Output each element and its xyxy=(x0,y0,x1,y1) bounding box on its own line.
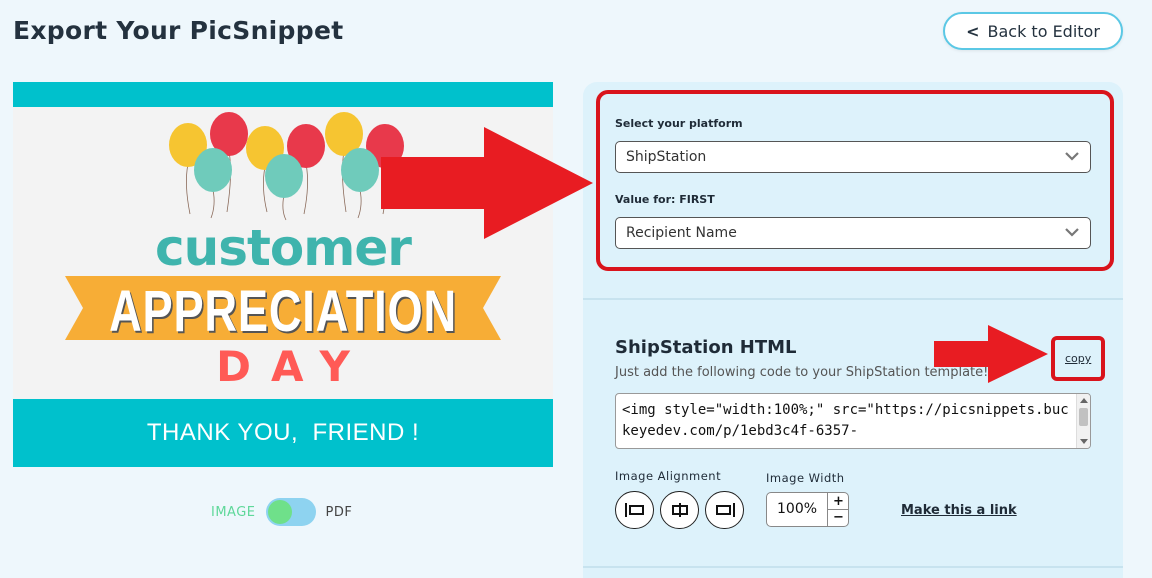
make-link-button[interactable]: Make this a link xyxy=(901,503,1017,518)
page-title: Export Your PicSnippet xyxy=(13,16,344,45)
width-decrease-button[interactable]: − xyxy=(828,509,849,525)
html-code-textarea[interactable]: <img style="width:100%;" src="https://pi… xyxy=(615,393,1091,449)
panel-divider xyxy=(583,566,1123,568)
scroll-thumb[interactable] xyxy=(1079,408,1088,426)
preview-day-text: DAY xyxy=(216,342,370,391)
align-center-icon xyxy=(671,503,688,517)
preview-appreciation-text: APPRECIATION xyxy=(109,279,457,344)
width-increase-button[interactable]: + xyxy=(828,493,849,509)
back-to-editor-button[interactable]: < Back to Editor xyxy=(943,12,1123,50)
copy-highlight-annotation xyxy=(1051,336,1105,381)
width-stepper-buttons: + − xyxy=(827,493,849,526)
align-right-button[interactable] xyxy=(705,491,744,529)
code-scrollbar[interactable] xyxy=(1076,394,1090,448)
align-left-button[interactable] xyxy=(615,491,654,529)
format-toggle: IMAGE PDF xyxy=(211,498,352,526)
chevron-left-icon: < xyxy=(966,21,980,41)
annotation-arrow-icon xyxy=(381,127,593,239)
highlight-box-annotation xyxy=(596,90,1114,271)
scroll-up-icon[interactable] xyxy=(1080,398,1088,403)
image-width-label: Image Width xyxy=(766,471,845,485)
back-to-editor-label: Back to Editor xyxy=(987,21,1100,41)
toggle-label-image[interactable]: IMAGE xyxy=(211,505,256,520)
panel-divider xyxy=(583,298,1123,300)
image-width-value[interactable]: 100% xyxy=(777,501,817,517)
align-right-icon xyxy=(715,503,735,517)
annotation-arrow-icon xyxy=(934,325,1048,383)
html-section-description: Just add the following code to your Ship… xyxy=(615,365,989,380)
preview-bottom-band: THANK YOU, FRIEND ! xyxy=(13,399,553,467)
preview-footer-text: THANK YOU, FRIEND ! xyxy=(146,419,420,446)
html-code-text: <img style="width:100%;" src="https://pi… xyxy=(622,402,1069,439)
align-center-button[interactable] xyxy=(660,491,699,529)
scroll-down-icon[interactable] xyxy=(1080,439,1088,444)
html-section-title: ShipStation HTML xyxy=(615,337,797,358)
align-left-icon xyxy=(624,503,644,517)
image-alignment-label: Image Alignment xyxy=(615,469,722,483)
image-width-stepper[interactable]: 100% + − xyxy=(766,492,849,527)
toggle-knob xyxy=(267,500,292,524)
format-toggle-switch[interactable] xyxy=(265,498,316,526)
balloons-graphic xyxy=(169,112,404,221)
preview-top-band xyxy=(13,82,553,107)
toggle-label-pdf[interactable]: PDF xyxy=(326,505,353,520)
